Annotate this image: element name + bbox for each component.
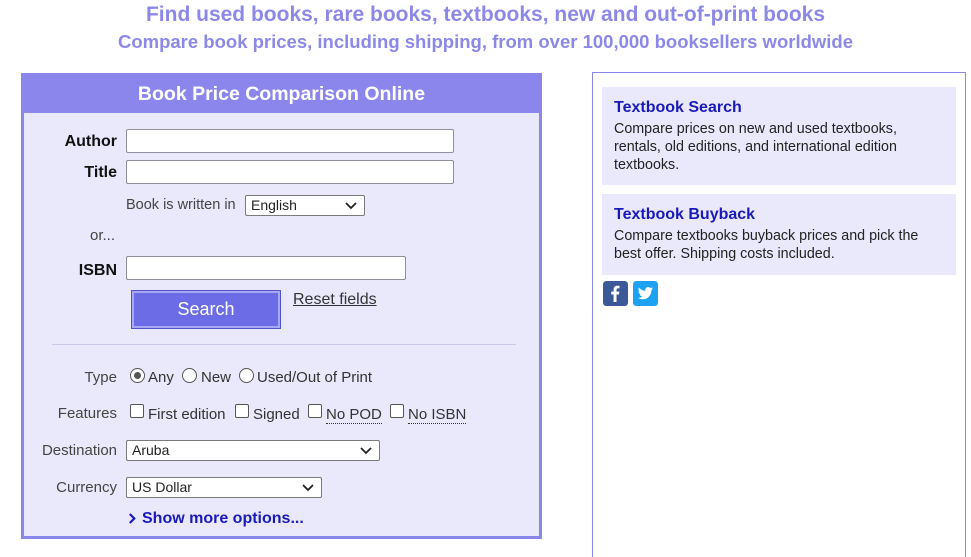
divider <box>52 344 516 345</box>
show-more-options-label: Show more options... <box>142 510 304 527</box>
page-headline: Find used books, rare books, textbooks, … <box>145 3 826 26</box>
destination-select[interactable]: Aruba <box>126 440 380 461</box>
type-used-label: Used/Out of Print <box>257 369 373 386</box>
no-isbn-label: No ISBN <box>408 406 467 424</box>
chevron-right-icon <box>129 513 136 524</box>
currency-select[interactable]: US Dollar <box>126 477 322 498</box>
textbook-buyback-description: Compare textbooks buyback prices and pic… <box>614 228 919 262</box>
language-select[interactable]: English <box>245 195 365 216</box>
search-button[interactable]: Search <box>131 290 281 329</box>
first-edition-label: First edition <box>148 406 226 423</box>
language-label: Book is written in <box>126 197 236 213</box>
title-label: Title <box>84 164 117 181</box>
author-label: Author <box>64 133 117 150</box>
title-input[interactable] <box>126 160 454 184</box>
author-input[interactable] <box>126 129 454 153</box>
no-isbn-checkbox[interactable] <box>390 404 404 418</box>
type-new-radio[interactable] <box>182 368 197 383</box>
type-any-label: Any <box>148 369 174 386</box>
type-new-label: New <box>201 369 232 386</box>
signed-checkbox[interactable] <box>235 404 249 418</box>
type-any-radio[interactable] <box>130 368 145 383</box>
no-pod-checkbox[interactable] <box>308 404 322 418</box>
destination-label: Destination <box>41 442 117 459</box>
show-more-options-link[interactable]: Show more options... <box>128 510 304 528</box>
twitter-icon[interactable] <box>633 281 658 306</box>
currency-select-value: US Dollar <box>132 479 192 495</box>
no-pod-label: No POD <box>326 406 382 424</box>
textbook-search-description: Compare prices on new and used textbooks… <box>614 121 897 173</box>
first-edition-checkbox[interactable] <box>130 404 144 418</box>
reset-fields-link[interactable]: Reset fields <box>293 291 377 309</box>
textbook-search-card: Textbook Search Compare prices on new an… <box>602 87 956 185</box>
page-subheadline: Compare book prices, including shipping,… <box>117 31 854 52</box>
textbook-search-link[interactable]: Textbook Search <box>614 99 944 117</box>
textbook-buyback-link[interactable]: Textbook Buyback <box>614 206 944 224</box>
chevron-down-icon <box>345 202 357 210</box>
chevron-down-icon <box>302 484 314 492</box>
search-panel-title: Book Price Comparison Online <box>24 76 539 113</box>
features-label: Features <box>57 405 117 422</box>
search-panel: Book Price Comparison Online Author Titl… <box>21 73 542 539</box>
language-select-value: English <box>251 197 297 213</box>
or-label: or... <box>90 227 116 244</box>
currency-label: Currency <box>56 479 117 496</box>
isbn-label: ISBN <box>78 262 117 279</box>
isbn-input[interactable] <box>126 256 406 280</box>
chevron-down-icon <box>360 447 372 455</box>
signed-label: Signed <box>253 406 300 423</box>
type-label: Type <box>84 369 117 386</box>
textbook-buyback-card: Textbook Buyback Compare textbooks buyba… <box>602 194 956 275</box>
facebook-icon[interactable] <box>603 281 628 306</box>
type-used-radio[interactable] <box>239 368 254 383</box>
destination-select-value: Aruba <box>132 442 170 458</box>
sidebar: Textbook Search Compare prices on new an… <box>592 72 966 557</box>
